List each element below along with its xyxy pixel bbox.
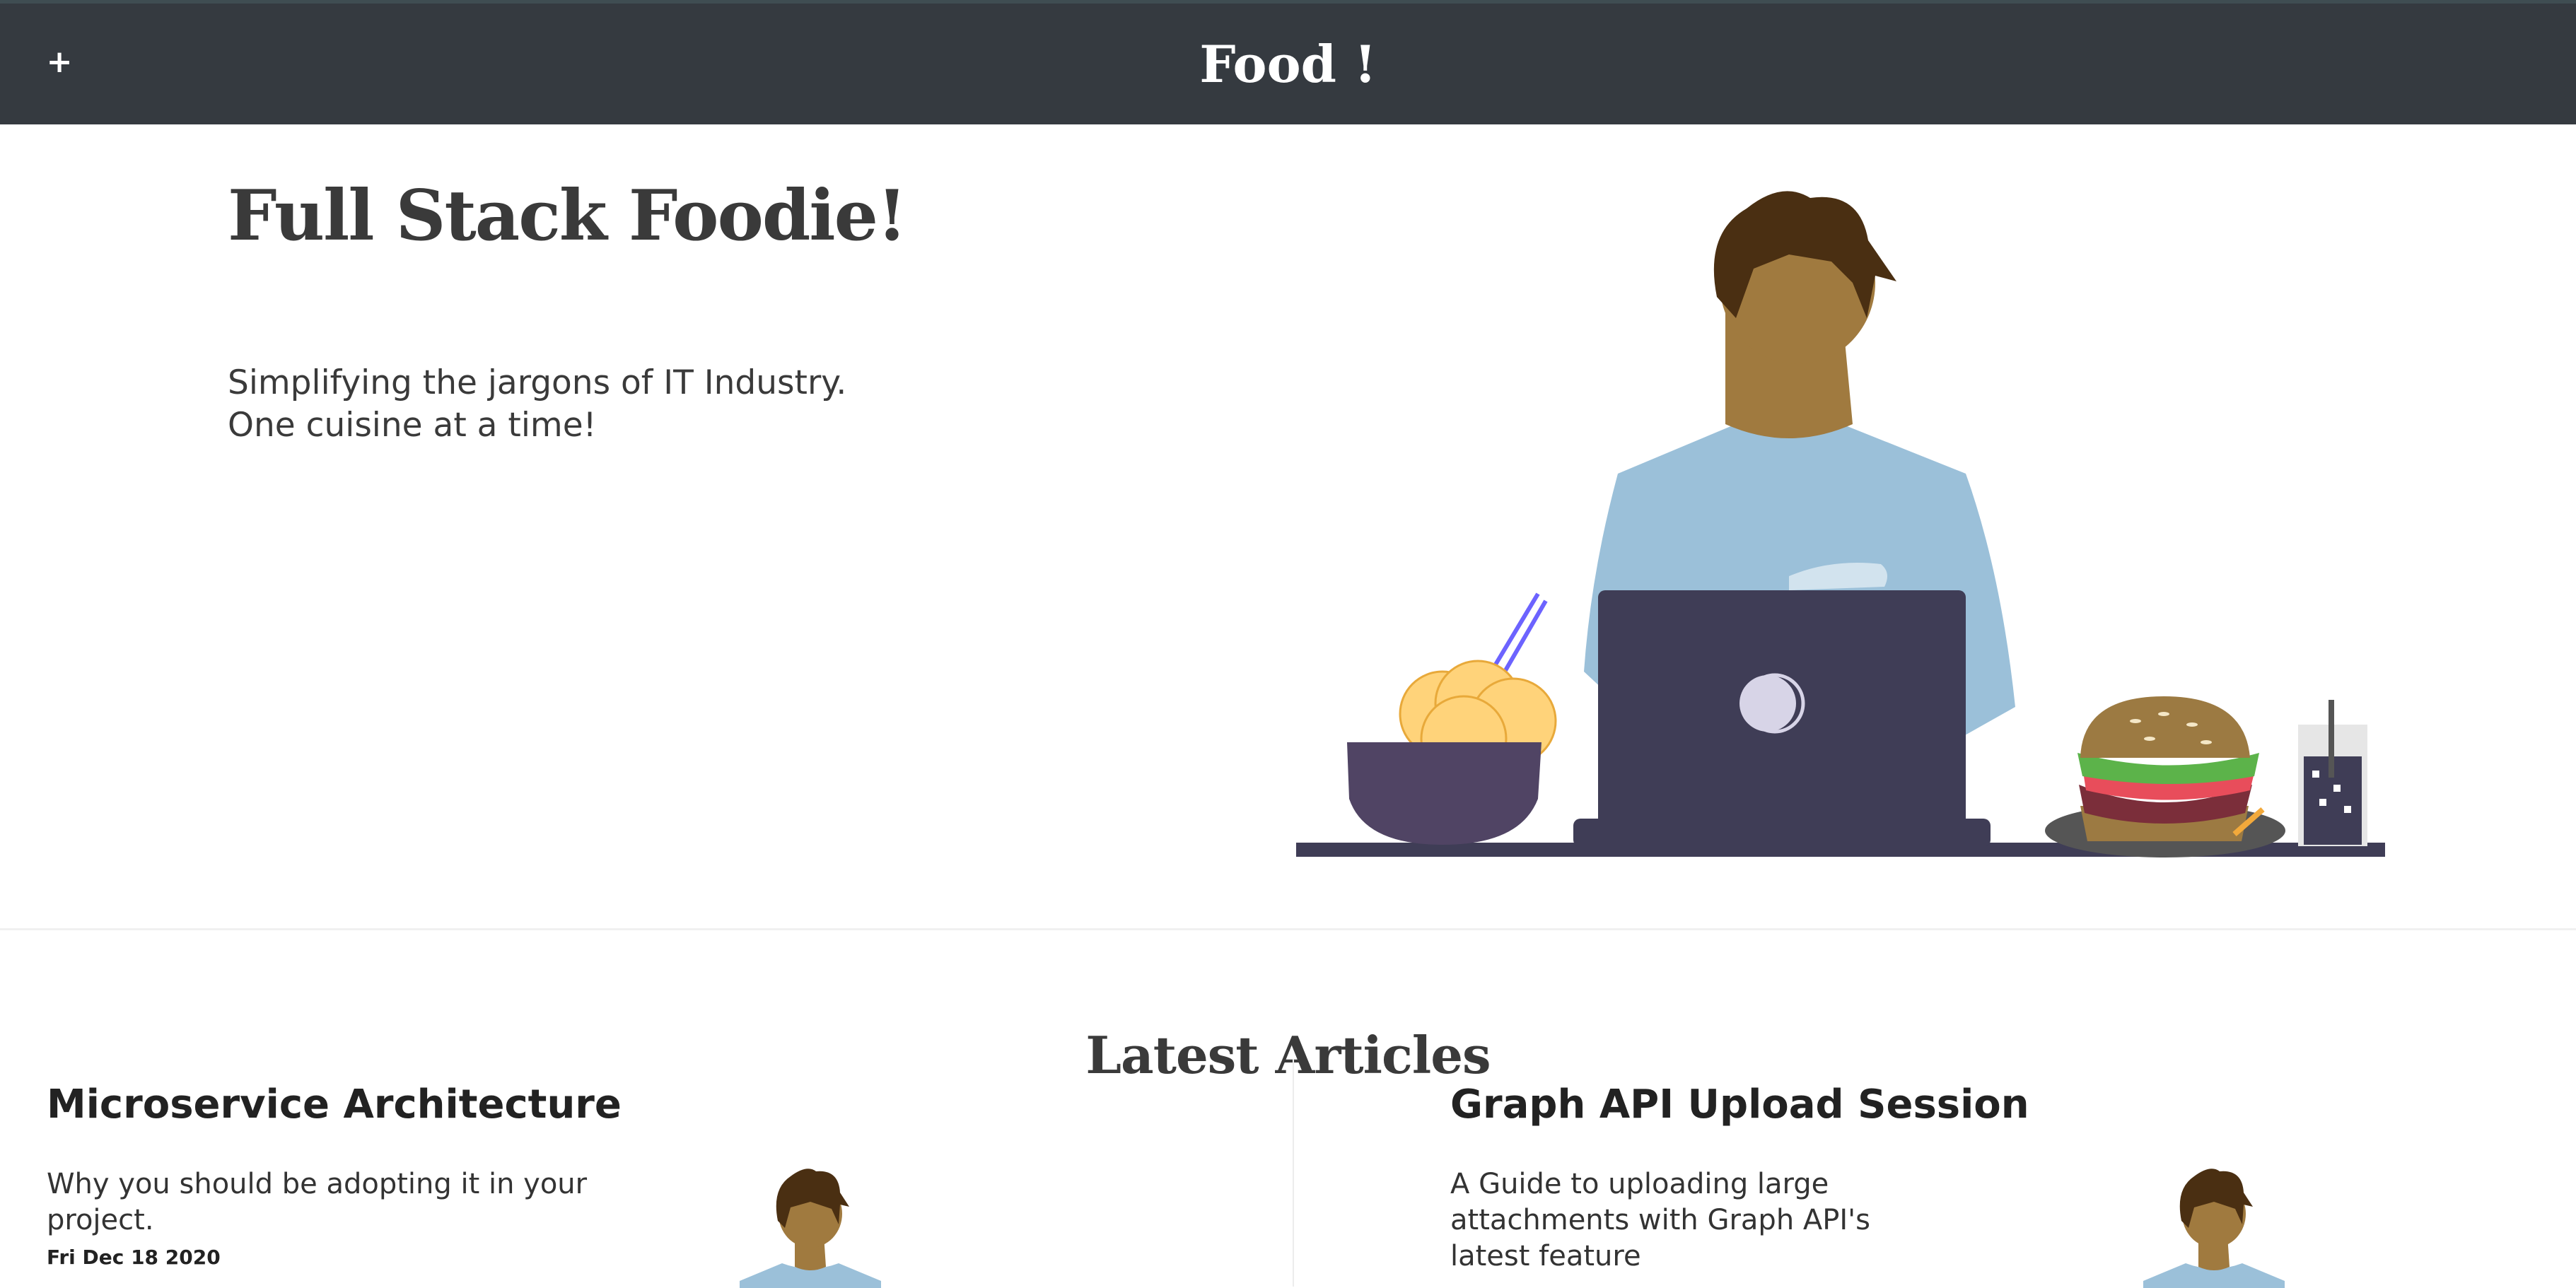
top-navbar: + Food ! (0, 0, 2576, 124)
section-divider (0, 928, 2576, 930)
article-date: Fri Dec 18 2020 (47, 1246, 221, 1269)
hero-title: Full Stack Foodie! (228, 175, 907, 257)
hero-subtitle-line-1: Simplifying the jargons of IT Industry. (228, 363, 847, 402)
hero-subtitle-line-2: One cuisine at a time! (228, 406, 597, 445)
site-brand[interactable]: Food ! (0, 29, 2576, 100)
article-title[interactable]: Graph API Upload Session (1450, 1082, 2029, 1128)
article-card[interactable]: Microservice Architecture Why you should… (47, 1082, 1305, 1288)
foodie-illustration (1296, 191, 2385, 857)
article-description: Why you should be adopting it in your pr… (47, 1168, 588, 1236)
article-card[interactable]: Graph API Upload Session A Guide to uplo… (1450, 1082, 2576, 1288)
hero-subtitle: Simplifying the jargons of IT Industry. … (228, 362, 1076, 447)
article-thumbnail (733, 1161, 888, 1288)
latest-articles-heading: Latest Articles (1085, 1024, 1491, 1085)
article-title[interactable]: Microservice Architecture (47, 1082, 622, 1128)
article-thumbnail (2136, 1161, 2292, 1288)
article-description: A Guide to uploading large attachments w… (1450, 1168, 1871, 1272)
